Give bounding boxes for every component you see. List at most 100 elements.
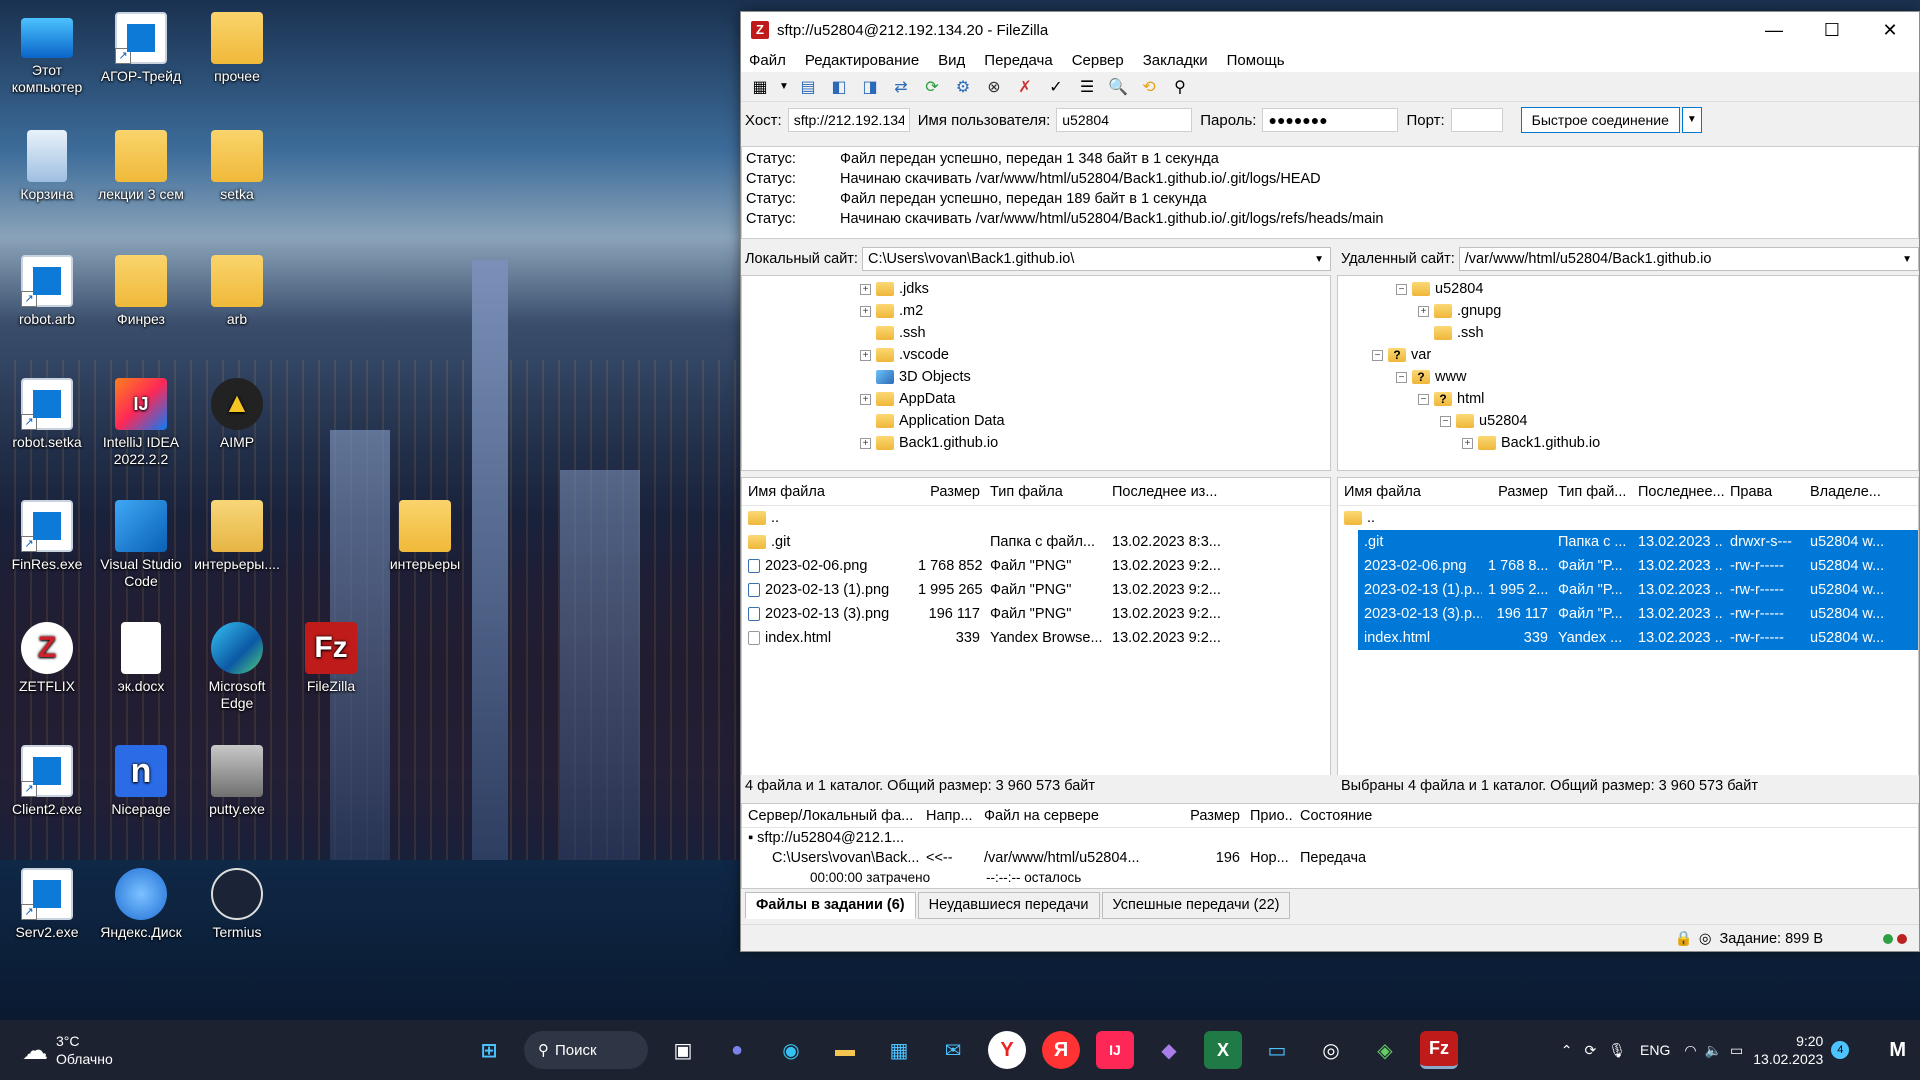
desktop-icon-aimp[interactable]: ▲ AIMP xyxy=(192,378,282,451)
message-log[interactable]: Статус: Файл передан успешно, передан 1 3… xyxy=(741,146,1919,239)
toggle-log-icon[interactable]: ▤ xyxy=(795,75,821,99)
expand-icon[interactable]: + xyxy=(1418,305,1429,317)
local-file-row[interactable]: .git Папка с файл... 13.02.2023 8:3... xyxy=(742,530,1330,554)
expand-icon[interactable]: + xyxy=(860,305,871,317)
desktop-icon-lektsii[interactable]: лекции 3 сем xyxy=(96,130,186,203)
tab-successful-transfers[interactable]: Успешные передачи (22) xyxy=(1101,892,1291,919)
search-box[interactable]: ⚲ Поиск xyxy=(524,1031,648,1069)
yandex-browser-icon[interactable]: Y xyxy=(988,1031,1026,1069)
store-icon[interactable]: ▦ xyxy=(880,1031,918,1069)
edge-icon[interactable]: ◉ xyxy=(772,1031,810,1069)
tree-item[interactable]: + Back1.github.io xyxy=(860,432,1330,454)
chevron-up-icon[interactable]: ⌃ xyxy=(1561,1042,1573,1059)
desktop-icon-robot-arb[interactable]: ↗ robot.arb xyxy=(2,255,92,328)
battery-icon[interactable]: ▭ xyxy=(1730,1042,1743,1059)
excel-icon[interactable]: X xyxy=(1204,1031,1242,1069)
process-queue-icon[interactable]: ⚙ xyxy=(950,75,976,99)
menu-view[interactable]: Вид xyxy=(938,52,965,69)
desktop-icon-interery-zip[interactable]: интерьеры.... xyxy=(192,500,282,573)
site-manager-icon[interactable]: ▦ xyxy=(747,75,773,99)
desktop-icon-edge[interactable]: Microsoft Edge xyxy=(192,622,282,712)
tree-item[interactable]: +Application Data xyxy=(860,410,1330,432)
desktop-icon-robot-setka[interactable]: ↗ robot.setka xyxy=(2,378,92,451)
chevron-down-icon[interactable]: ▼ xyxy=(1314,254,1324,265)
tree-item[interactable]: −? html xyxy=(1338,388,1918,410)
tree-item[interactable]: + .gnupg xyxy=(1338,300,1918,322)
menu-server[interactable]: Сервер xyxy=(1072,52,1124,69)
directory-filter-icon[interactable]: ☰ xyxy=(1074,75,1100,99)
tree-item[interactable]: + .vscode xyxy=(860,344,1330,366)
remote-file-row[interactable]: .git Папка с ... 13.02.2023 ... drwxr-s--- u… xyxy=(1358,530,1918,554)
dropdown-arrow-icon[interactable]: ▼ xyxy=(778,75,790,99)
close-button[interactable]: ✕ xyxy=(1861,20,1919,41)
reconnect-icon[interactable]: ✓ xyxy=(1043,75,1069,99)
queue-server-row[interactable]: ▪ sftp://u52804@212.1... xyxy=(742,828,1918,848)
desktop-icon-finrez[interactable]: Финрез xyxy=(96,255,186,328)
mail-icon[interactable]: ✉ xyxy=(934,1031,972,1069)
chevron-down-icon[interactable]: ▼ xyxy=(1902,254,1912,265)
sync-icon[interactable]: ⟳ xyxy=(1585,1042,1597,1059)
quickconnect-dropdown-button[interactable]: ▼ xyxy=(1681,107,1702,133)
desktop-icon-putty[interactable]: putty.exe xyxy=(192,745,282,818)
local-file-row[interactable]: .. xyxy=(742,506,1330,530)
tree-item[interactable]: +3D Objects xyxy=(860,366,1330,388)
disconnect-icon[interactable]: ✗ xyxy=(1012,75,1038,99)
toggle-queue-icon[interactable]: ⇄ xyxy=(888,75,914,99)
column-remote[interactable]: Файл на сервере xyxy=(978,808,1168,824)
wifi-icon[interactable]: ◠ xyxy=(1684,1042,1696,1059)
host-input[interactable] xyxy=(787,108,910,132)
column-type[interactable]: Тип фай... xyxy=(1552,484,1632,500)
column-size[interactable]: Размер xyxy=(1482,484,1552,500)
desktop-icon-recycle-bin[interactable]: Корзина xyxy=(2,130,92,203)
collapse-icon[interactable]: − xyxy=(1440,415,1451,427)
teams-chat-icon[interactable]: ● xyxy=(718,1031,756,1069)
column-permissions[interactable]: Права xyxy=(1724,484,1804,500)
desktop-icon-prochee[interactable]: прочее xyxy=(192,12,282,85)
username-input[interactable] xyxy=(1056,108,1193,132)
desktop-icon-client2[interactable]: ↗ Client2.exe xyxy=(2,745,92,818)
minimize-button[interactable]: — xyxy=(1745,20,1803,41)
expand-icon[interactable]: + xyxy=(860,393,871,405)
column-owner[interactable]: Владеле... xyxy=(1804,484,1904,500)
desktop-icon-intellij[interactable]: IJ IntelliJ IDEA 2022.2.2 xyxy=(96,378,186,468)
tree-item[interactable]: −? var xyxy=(1338,344,1918,366)
tree-item[interactable]: − u52804 xyxy=(1338,278,1918,300)
column-direction[interactable]: Напр... xyxy=(920,808,978,824)
tree-item[interactable]: .ssh xyxy=(1338,322,1918,344)
toggle-local-tree-icon[interactable]: ◧ xyxy=(826,75,852,99)
column-modified[interactable]: Последнее... xyxy=(1632,484,1724,500)
tree-item[interactable]: + Back1.github.io xyxy=(1338,432,1918,454)
weather-widget[interactable]: ☁ 3°C Облачно xyxy=(22,1032,422,1068)
expand-icon[interactable]: + xyxy=(1462,437,1473,449)
yandex-icon[interactable]: Я xyxy=(1042,1031,1080,1069)
cancel-icon[interactable]: ⊗ xyxy=(981,75,1007,99)
tree-item[interactable]: −? www xyxy=(1338,366,1918,388)
notification-badge[interactable]: 4 xyxy=(1831,1041,1850,1059)
desktop-icon-filezilla[interactable]: Fz FileZilla xyxy=(286,622,376,695)
expand-icon[interactable]: + xyxy=(860,283,871,295)
queue-file-row[interactable]: C:\Users\vovan\Back... <<-- /var/www/htm… xyxy=(742,848,1918,868)
tree-item[interactable]: + AppData xyxy=(860,388,1330,410)
tab-queued-files[interactable]: Файлы в задании (6) xyxy=(745,892,916,919)
desktop-icon-yandex-disk[interactable]: Яндекс.Диск xyxy=(96,868,186,941)
intellij-icon[interactable]: IJ xyxy=(1096,1031,1134,1069)
tree-item[interactable]: + .m2 xyxy=(860,300,1330,322)
collapse-icon[interactable]: − xyxy=(1396,371,1407,383)
local-file-row[interactable]: index.html 339 Yandex Browse... 13.02.2023 … xyxy=(742,626,1330,650)
search-icon[interactable]: 🔍 xyxy=(1105,75,1131,99)
desktop-icon-ek-docx[interactable]: эк.docx xyxy=(96,622,186,695)
collapse-icon[interactable]: − xyxy=(1418,393,1429,405)
expand-icon[interactable]: + xyxy=(860,349,871,361)
column-state[interactable]: Состояние xyxy=(1294,808,1414,824)
menu-help[interactable]: Помощь xyxy=(1227,52,1285,69)
desktop-icon-finres[interactable]: ↗ FinRes.exe xyxy=(2,500,92,573)
filezilla-icon[interactable]: Fz xyxy=(1420,1031,1458,1069)
toggle-remote-tree-icon[interactable]: ◨ xyxy=(857,75,883,99)
remote-file-row[interactable]: index.html 339 Yandex ... 13.02.2023 ... -rw… xyxy=(1358,626,1918,650)
column-priority[interactable]: Прио... xyxy=(1244,808,1294,824)
column-local[interactable]: Сервер/Локальный фа... xyxy=(742,808,920,824)
task-view-icon[interactable]: ▣ xyxy=(664,1031,702,1069)
volume-icon[interactable]: 🔈 xyxy=(1705,1042,1722,1059)
desktop-icon-serv2[interactable]: ↗ Serv2.exe xyxy=(2,868,92,941)
tree-item[interactable]: + .jdks xyxy=(860,278,1330,300)
